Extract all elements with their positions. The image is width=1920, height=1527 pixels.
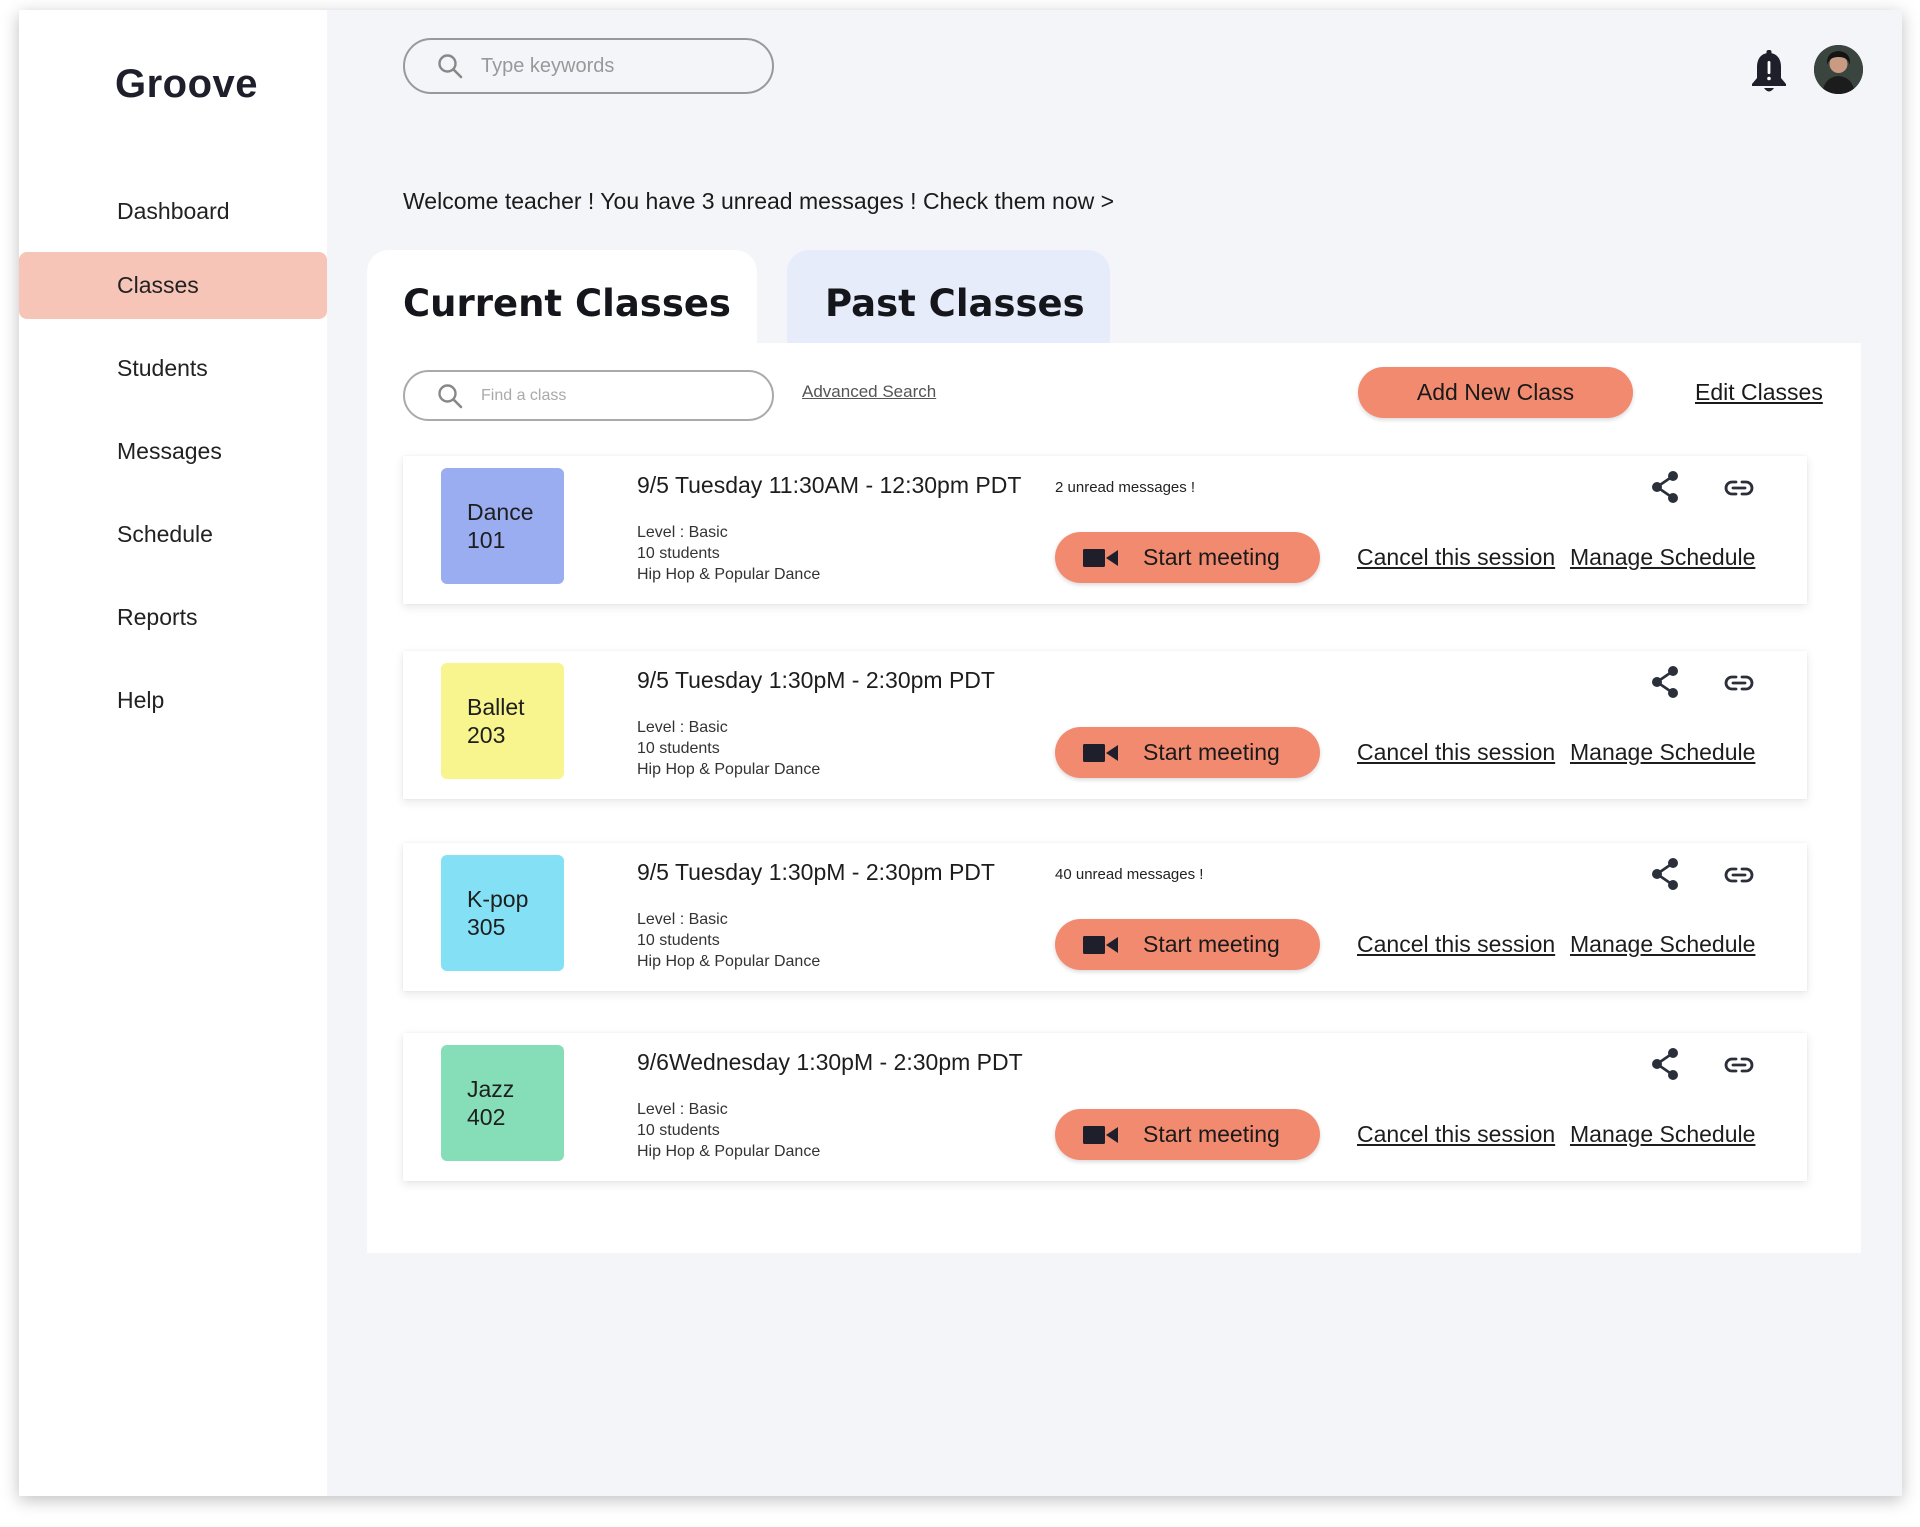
session-time: 9/5 Tuesday 1:30pM - 2:30pm PDT [637,859,995,885]
app-logo: Groove [115,62,259,106]
advanced-search-link[interactable]: Advanced Search [802,382,936,402]
unread-messages[interactable]: 40 unread messages ! [1055,866,1203,883]
sidebar-item-students[interactable]: Students [19,335,327,402]
search-icon [438,383,463,408]
class-tile[interactable]: Dance 101 [441,468,564,584]
keyword-search-box[interactable] [403,38,774,94]
class-level: Level : Basic [637,911,728,928]
session-time: 9/5 Tuesday 1:30pM - 2:30pm PDT [637,667,995,693]
find-class-input[interactable] [481,386,741,405]
class-tile[interactable]: Jazz 402 [441,1045,564,1161]
cancel-session-link[interactable]: Cancel this session [1357,544,1555,571]
unread-messages[interactable]: 2 unread messages ! [1055,479,1195,496]
class-details: Level : Basic 10 students Hip Hop & Popu… [637,522,820,585]
class-genre: Hip Hop & Popular Dance [637,566,821,583]
class-number: 305 [467,914,506,940]
class-name: K-pop [467,886,529,912]
link-icon[interactable] [1723,863,1755,887]
tab-current-classes[interactable]: Current Classes [367,250,757,345]
class-card-jazz-402: Jazz 402 9/6Wednesday 1:30pM - 2:30pm PD… [403,1033,1807,1181]
class-name: Ballet [467,694,525,720]
sidebar-item-reports[interactable]: Reports [19,584,327,651]
class-tile[interactable]: K-pop 305 [441,855,564,971]
class-level: Level : Basic [637,1101,728,1118]
tab-past-classes[interactable]: Past Classes [787,250,1110,345]
start-meeting-button[interactable]: Start meeting [1055,919,1320,970]
manage-schedule-link[interactable]: Manage Schedule [1570,1121,1755,1148]
share-icon[interactable] [1649,1047,1681,1081]
share-icon[interactable] [1649,470,1681,504]
class-number: 101 [467,527,506,553]
share-icon[interactable] [1649,665,1681,699]
app-window: Groove Dashboard Classes Students Messag… [19,10,1902,1496]
class-level: Level : Basic [637,719,728,736]
cancel-session-link[interactable]: Cancel this session [1357,1121,1555,1148]
sidebar-item-schedule[interactable]: Schedule [19,501,327,568]
sidebar-item-classes[interactable]: Classes [19,252,327,319]
start-meeting-label: Start meeting [1143,739,1280,765]
start-meeting-label: Start meeting [1143,1121,1280,1147]
add-new-class-button[interactable]: Add New Class [1358,367,1633,418]
class-tile[interactable]: Ballet 203 [441,663,564,779]
start-meeting-button[interactable]: Start meeting [1055,1109,1320,1160]
sidebar: Groove Dashboard Classes Students Messag… [19,10,327,1496]
user-avatar-icon [1814,45,1863,94]
sidebar-item-help[interactable]: Help [19,667,327,734]
class-students: 10 students [637,740,720,757]
class-students: 10 students [637,1122,720,1139]
class-genre: Hip Hop & Popular Dance [637,1143,821,1160]
start-meeting-button[interactable]: Start meeting [1055,532,1320,583]
sidebar-item-messages[interactable]: Messages [19,418,327,485]
class-details: Level : Basic 10 students Hip Hop & Popu… [637,1099,820,1162]
class-card-kpop-305: K-pop 305 9/5 Tuesday 1:30pM - 2:30pm PD… [403,843,1807,991]
video-camera-icon [1083,1126,1118,1144]
class-card-ballet-203: Ballet 203 9/5 Tuesday 1:30pM - 2:30pm P… [403,651,1807,799]
session-time: 9/5 Tuesday 11:30AM - 12:30pm PDT [637,472,1022,498]
link-icon[interactable] [1723,671,1755,695]
welcome-message[interactable]: Welcome teacher ! You have 3 unread mess… [403,188,1114,215]
bell-icon[interactable] [1749,50,1789,96]
sidebar-item-dashboard[interactable]: Dashboard [19,178,327,245]
class-students: 10 students [637,932,720,949]
classes-panel: Advanced Search Add New Class Edit Class… [367,343,1861,1253]
start-meeting-button[interactable]: Start meeting [1055,727,1320,778]
class-genre: Hip Hop & Popular Dance [637,761,821,778]
class-details: Level : Basic 10 students Hip Hop & Popu… [637,717,820,780]
search-icon [438,54,463,79]
class-level: Level : Basic [637,524,728,541]
find-class-box[interactable] [403,370,774,421]
session-time: 9/6Wednesday 1:30pM - 2:30pm PDT [637,1049,1023,1075]
class-students: 10 students [637,545,720,562]
class-card-dance-101: Dance 101 9/5 Tuesday 11:30AM - 12:30pm … [403,456,1807,604]
class-name: Dance [467,499,534,525]
video-camera-icon [1083,936,1118,954]
share-icon[interactable] [1649,857,1681,891]
keyword-search-input[interactable] [481,54,741,78]
link-icon[interactable] [1723,476,1755,500]
link-icon[interactable] [1723,1053,1755,1077]
edit-classes-link[interactable]: Edit Classes [1695,379,1823,406]
class-name: Jazz [467,1076,515,1102]
manage-schedule-link[interactable]: Manage Schedule [1570,739,1755,766]
class-genre: Hip Hop & Popular Dance [637,953,821,970]
start-meeting-label: Start meeting [1143,931,1280,957]
manage-schedule-link[interactable]: Manage Schedule [1570,544,1755,571]
class-details: Level : Basic 10 students Hip Hop & Popu… [637,909,820,972]
manage-schedule-link[interactable]: Manage Schedule [1570,931,1755,958]
avatar[interactable] [1814,45,1863,94]
cancel-session-link[interactable]: Cancel this session [1357,739,1555,766]
cancel-session-link[interactable]: Cancel this session [1357,931,1555,958]
video-camera-icon [1083,744,1118,762]
start-meeting-label: Start meeting [1143,544,1280,570]
class-number: 203 [467,722,506,748]
video-camera-icon [1083,549,1118,567]
class-number: 402 [467,1104,506,1130]
